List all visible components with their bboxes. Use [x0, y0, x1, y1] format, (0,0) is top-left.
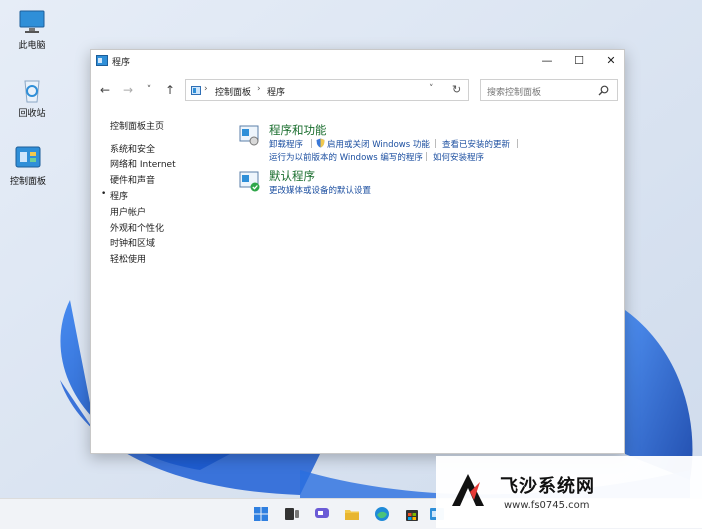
shield-icon	[316, 138, 325, 148]
desktop-icon-label: 控制面板	[9, 177, 46, 187]
sidebar-item-user-accounts[interactable]: 用户帐户	[110, 205, 146, 218]
link-windows-features[interactable]: 启用或关闭 Windows 功能	[327, 138, 430, 150]
link-divider	[435, 139, 436, 148]
breadcrumb-separator: ›	[257, 84, 261, 94]
link-divider	[311, 139, 312, 148]
sidebar-item-appearance[interactable]: 外观和个性化	[110, 221, 164, 234]
recent-locations-button[interactable]: ˅	[140, 81, 158, 99]
windows-start-icon[interactable]	[253, 506, 269, 522]
desktop-icon-this-pc[interactable]: 此电脑	[0, 8, 64, 52]
forward-button[interactable]: →	[119, 81, 137, 99]
link-installed-updates[interactable]: 查看已安装的更新	[442, 138, 510, 150]
breadcrumb-separator: ›	[204, 84, 208, 94]
maximize-button[interactable]: ☐	[563, 50, 595, 72]
programs-features-icon	[239, 125, 259, 146]
refresh-button[interactable]: ↻	[452, 83, 461, 96]
link-divider	[517, 139, 518, 148]
breadcrumb-control-panel[interactable]: 控制面板	[215, 85, 251, 98]
category-title[interactable]: 默认程序	[269, 168, 315, 184]
recycle-bin-icon	[24, 80, 40, 103]
title-bar[interactable]: 程序 — ☐ ✕	[91, 50, 624, 72]
control-panel-icon	[15, 146, 41, 168]
address-dropdown-button[interactable]: ˅	[429, 84, 434, 94]
control-panel-icon	[96, 55, 108, 66]
up-button[interactable]: ↑	[161, 81, 179, 99]
navigation-bar: ← → ˅ ↑ › 控制面板 › 程序 ˅ ↻ 搜索控制面板	[91, 77, 624, 103]
sidebar-item-clock-region[interactable]: 时钟和区域	[110, 236, 155, 249]
search-icon	[598, 85, 609, 96]
monitor-icon	[19, 10, 45, 33]
minimize-button[interactable]: —	[531, 50, 563, 72]
control-panel-window: 程序 — ☐ ✕ ← → ˅ ↑ › 控制面板 › 程序 ˅ ↻ 搜索控制面板	[90, 49, 625, 454]
breadcrumb-programs[interactable]: 程序	[267, 85, 285, 98]
file-explorer-icon[interactable]	[344, 506, 360, 522]
sidebar-item-network[interactable]: 网络和 Internet	[110, 157, 176, 170]
watermark-url: www.fs0745.com	[504, 500, 590, 511]
control-panel-icon	[191, 86, 201, 95]
store-icon[interactable]	[404, 506, 420, 522]
edge-icon[interactable]	[374, 506, 390, 522]
chat-icon[interactable]	[314, 506, 330, 522]
close-button[interactable]: ✕	[595, 50, 627, 72]
link-how-to-install[interactable]: 如何安装程序	[433, 151, 484, 163]
default-programs-icon	[239, 171, 260, 192]
sidebar-item-hardware-sound[interactable]: 硬件和声音	[110, 173, 155, 186]
address-bar[interactable]: › 控制面板 › 程序 ˅ ↻	[185, 79, 469, 101]
task-view-icon[interactable]	[284, 506, 300, 522]
current-page-marker: •	[101, 189, 107, 199]
link-divider	[426, 152, 427, 161]
desktop-icon-control-panel[interactable]: 控制面板	[0, 144, 60, 188]
sidebar-item-programs[interactable]: 程序	[110, 189, 128, 202]
search-placeholder: 搜索控制面板	[487, 88, 542, 98]
watermark: 飞沙系统网 www.fs0745.com	[436, 456, 702, 528]
sidebar-item-home[interactable]: 控制面板主页	[110, 119, 164, 132]
category-title[interactable]: 程序和功能	[269, 122, 327, 138]
desktop-icon-label: 此电脑	[18, 41, 46, 51]
link-compatibility[interactable]: 运行为以前版本的 Windows 编写的程序	[269, 151, 423, 163]
search-input[interactable]: 搜索控制面板	[480, 79, 618, 101]
back-button[interactable]: ←	[96, 81, 114, 99]
link-uninstall-program[interactable]: 卸载程序	[269, 138, 303, 150]
desktop-icon-label: 回收站	[18, 109, 46, 119]
desktop-icon-recycle-bin[interactable]: 回收站	[0, 76, 64, 120]
sidebar-item-ease-of-access[interactable]: 轻松使用	[110, 252, 146, 265]
window-title: 程序	[112, 58, 131, 68]
watermark-site-name: 飞沙系统网	[500, 476, 595, 497]
sidebar-item-system-security[interactable]: 系统和安全	[110, 142, 155, 155]
link-media-device-defaults[interactable]: 更改媒体或设备的默认设置	[269, 184, 371, 196]
site-logo-icon	[452, 474, 484, 506]
